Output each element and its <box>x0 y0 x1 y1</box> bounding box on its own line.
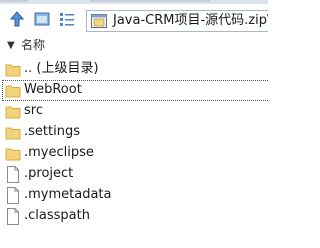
folder-icon <box>5 85 21 98</box>
sort-down-arrow-icon: ▼ <box>7 40 15 51</box>
toolbar: Java-CRM项目-源代码.zip\it <box>0 4 268 34</box>
file-name: .myeclipse <box>24 145 94 160</box>
list-view-icon <box>60 13 74 26</box>
archive-icon <box>91 14 107 28</box>
file-name: WebRoot <box>24 82 82 97</box>
list-item-parent-directory[interactable]: .. (上级目录) <box>0 59 268 80</box>
up-arrow-button[interactable] <box>8 10 26 28</box>
folder-icon <box>5 127 21 140</box>
file-name: .mymetadata <box>24 187 112 202</box>
address-bar[interactable]: Java-CRM项目-源代码.zip\it <box>86 10 268 32</box>
list-item-project[interactable]: .project <box>0 164 268 185</box>
list-item-src[interactable]: src <box>0 101 268 122</box>
file-icon <box>7 166 19 183</box>
column-header-name[interactable]: ▼ 名称 <box>0 36 268 56</box>
file-name: .project <box>24 166 74 181</box>
file-name: .. (上级目录) <box>24 61 99 76</box>
archive-file-browser: Java-CRM项目-源代码.zip\it ▼ 名称 .. (上级目录) Web… <box>0 0 268 248</box>
list-item-mymetadata[interactable]: .mymetadata <box>0 185 268 206</box>
folder-icon <box>5 106 21 119</box>
up-arrow-icon <box>9 11 25 27</box>
list-item-myeclipse[interactable]: .myeclipse <box>0 143 268 164</box>
file-name: .settings <box>24 124 80 139</box>
file-name: .classpath <box>24 208 90 223</box>
folder-icon <box>5 148 21 161</box>
list-view-button[interactable] <box>58 10 76 28</box>
window-button[interactable] <box>33 10 51 28</box>
top-strip-segment <box>0 0 28 2</box>
file-icon <box>7 187 19 204</box>
list-item-webroot[interactable]: WebRoot <box>0 80 268 101</box>
list-item-classpath[interactable]: .classpath <box>0 206 268 227</box>
top-strip-segment <box>90 0 210 2</box>
window-icon <box>34 12 50 26</box>
address-path: Java-CRM项目-源代码.zip\it <box>113 13 268 28</box>
folder-icon <box>5 64 21 77</box>
file-icon <box>7 208 19 225</box>
column-name-label: 名称 <box>21 38 46 52</box>
list-item-settings[interactable]: .settings <box>0 122 268 143</box>
file-name: src <box>24 103 43 118</box>
